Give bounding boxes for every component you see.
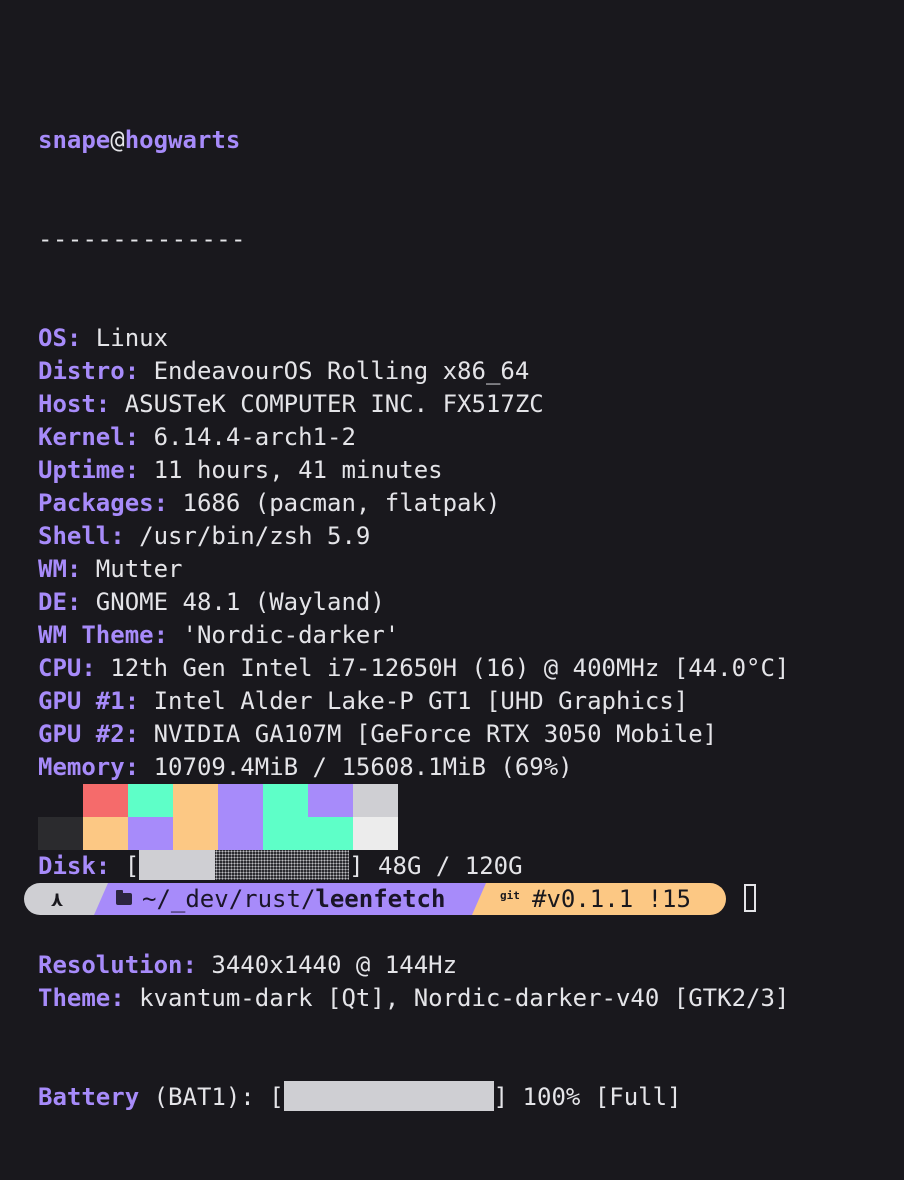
info-line: Memory: 10709.4MiB / 15608.1MiB (69%) (38, 751, 789, 784)
prompt-path: ~/_dev/rust/leenfetch (142, 883, 445, 915)
disk-line: Disk: [ ] 48G / 120G (38, 850, 789, 883)
disk-open: [ (110, 852, 140, 880)
palette-swatch (308, 784, 353, 817)
prompt-directory-segment: ~/_dev/rust/leenfetch (94, 883, 489, 915)
palette-swatch (83, 784, 128, 817)
info-label: Distro: (38, 357, 140, 385)
info-label: Packages: (38, 489, 169, 517)
disk-usage-bar (139, 850, 350, 880)
info-value: Mutter (81, 555, 183, 583)
path-current-dir: leenfetch (315, 885, 446, 913)
info-lines: OS: Linux Distro: EndeavourOS Rolling x86… (38, 322, 789, 784)
palette-swatch (263, 817, 308, 850)
palette-swatch (128, 784, 173, 817)
info-line: Resolution: 3440x1440 @ 144Hz (38, 949, 789, 982)
disk-value: ] 48G / 120G (349, 852, 523, 880)
prompt-git-segment: git #v0.1.1 !15 (472, 883, 726, 915)
info-value: kvantum-dark [Qt], Nordic-darker-v40 [GT… (124, 984, 790, 1012)
info-line: DE: GNOME 48.1 (Wayland) (38, 586, 789, 619)
info-value: Linux (81, 324, 169, 352)
info-value: 12th Gen Intel i7-12650H (16) @ 400MHz [… (95, 654, 790, 682)
terminal-window[interactable]: snape@hogwarts -------------- OS: Linux D… (0, 0, 904, 1111)
palette-swatch (38, 784, 83, 817)
info-lines-2: Resolution: 3440x1440 @ 144Hz Theme: kvan… (38, 949, 789, 1015)
info-value: NVIDIA GA107M [GeForce RTX 3050 Mobile] (139, 720, 718, 748)
git-branch-status: #v0.1.1 !15 (532, 885, 691, 913)
battery-line: Battery (BAT1): [ ] 100% [Full] (38, 1081, 789, 1114)
disk-used-fill (139, 850, 216, 880)
git-icon: git (500, 889, 520, 902)
palette-swatch (83, 817, 128, 850)
info-value: EndeavourOS Rolling x86_64 (139, 357, 530, 385)
folder-icon (116, 893, 132, 905)
info-value: 3440x1440 @ 144Hz (196, 951, 458, 979)
disk-free-fill (215, 850, 350, 880)
info-line: GPU #2: NVIDIA GA107M [GeForce RTX 3050 … (38, 718, 789, 751)
separator-line: -------------- (38, 225, 246, 253)
arch-logo-icon: ⋏ (51, 887, 64, 911)
info-value: 1686 (pacman, flatpak) (168, 489, 501, 517)
info-label: Disk: (38, 852, 111, 880)
info-label: OS: (38, 324, 82, 352)
info-line: WM Theme: 'Nordic-darker' (38, 619, 789, 652)
info-label: Uptime: (38, 456, 140, 484)
info-line: Packages: 1686 (pacman, flatpak) (38, 487, 789, 520)
palette-swatch (263, 784, 308, 817)
battery-level-bar (283, 1081, 494, 1111)
info-line: Distro: EndeavourOS Rolling x86_64 (38, 355, 789, 388)
user-host-line: snape@hogwarts (38, 124, 789, 157)
path-prefix: ~/_dev/rust/ (142, 885, 316, 913)
info-label: WM: (38, 555, 82, 583)
info-line: OS: Linux (38, 322, 789, 355)
info-line: Host: ASUSTeK COMPUTER INC. FX517ZC (38, 388, 789, 421)
info-label: Theme: (38, 984, 125, 1012)
palette-swatch (128, 817, 173, 850)
username: snape (38, 126, 111, 154)
info-label: DE: (38, 588, 82, 616)
info-line: Shell: /usr/bin/zsh 5.9 (38, 520, 789, 553)
info-label: Battery (38, 1083, 140, 1111)
info-line: CPU: 12th Gen Intel i7-12650H (16) @ 400… (38, 652, 789, 685)
palette-swatch (353, 817, 398, 850)
info-label: Host: (38, 390, 111, 418)
info-value: GNOME 48.1 (Wayland) (81, 588, 385, 616)
info-value: 'Nordic-darker' (168, 621, 400, 649)
info-label: Shell: (38, 522, 125, 550)
info-line: Uptime: 11 hours, 41 minutes (38, 454, 789, 487)
info-label: Resolution: (38, 951, 197, 979)
info-label: GPU #2: (38, 720, 140, 748)
palette-swatch (218, 817, 263, 850)
info-label: Memory: (38, 753, 140, 781)
battery-sub: (BAT1): [ (139, 1083, 284, 1111)
palette-swatch (308, 817, 353, 850)
info-label: GPU #1: (38, 687, 140, 715)
info-line: Theme: kvantum-dark [Qt], Nordic-darker-… (38, 982, 789, 1015)
color-palette (38, 784, 398, 850)
battery-value: ] 100% [Full] (493, 1083, 682, 1111)
info-value: 10709.4MiB / 15608.1MiB (69%) (139, 753, 573, 781)
info-label: WM Theme: (38, 621, 169, 649)
info-line: GPU #1: Intel Alder Lake-P GT1 [UHD Grap… (38, 685, 789, 718)
info-value: /usr/bin/zsh 5.9 (124, 522, 371, 550)
info-label: CPU: (38, 654, 96, 682)
info-label: Kernel: (38, 423, 140, 451)
at-sign: @ (110, 126, 125, 154)
palette-swatch (218, 784, 263, 817)
hostname: hogwarts (124, 126, 241, 154)
info-line: WM: Mutter (38, 553, 789, 586)
shell-prompt: ⋏ ~/_dev/rust/leenfetch git #v0.1.1 !15 (24, 883, 904, 915)
palette-swatch (353, 784, 398, 817)
info-value: Intel Alder Lake-P GT1 [UHD Graphics] (139, 687, 689, 715)
info-value: 11 hours, 41 minutes (139, 456, 443, 484)
info-value: ASUSTeK COMPUTER INC. FX517ZC (110, 390, 544, 418)
info-value: 6.14.4-arch1-2 (139, 423, 356, 451)
text-cursor[interactable] (744, 884, 756, 912)
info-line: Kernel: 6.14.4-arch1-2 (38, 421, 789, 454)
palette-swatch (173, 784, 218, 817)
palette-swatch (173, 817, 218, 850)
palette-swatch (38, 817, 83, 850)
fetch-output: snape@hogwarts -------------- OS: Linux D… (38, 58, 789, 1180)
